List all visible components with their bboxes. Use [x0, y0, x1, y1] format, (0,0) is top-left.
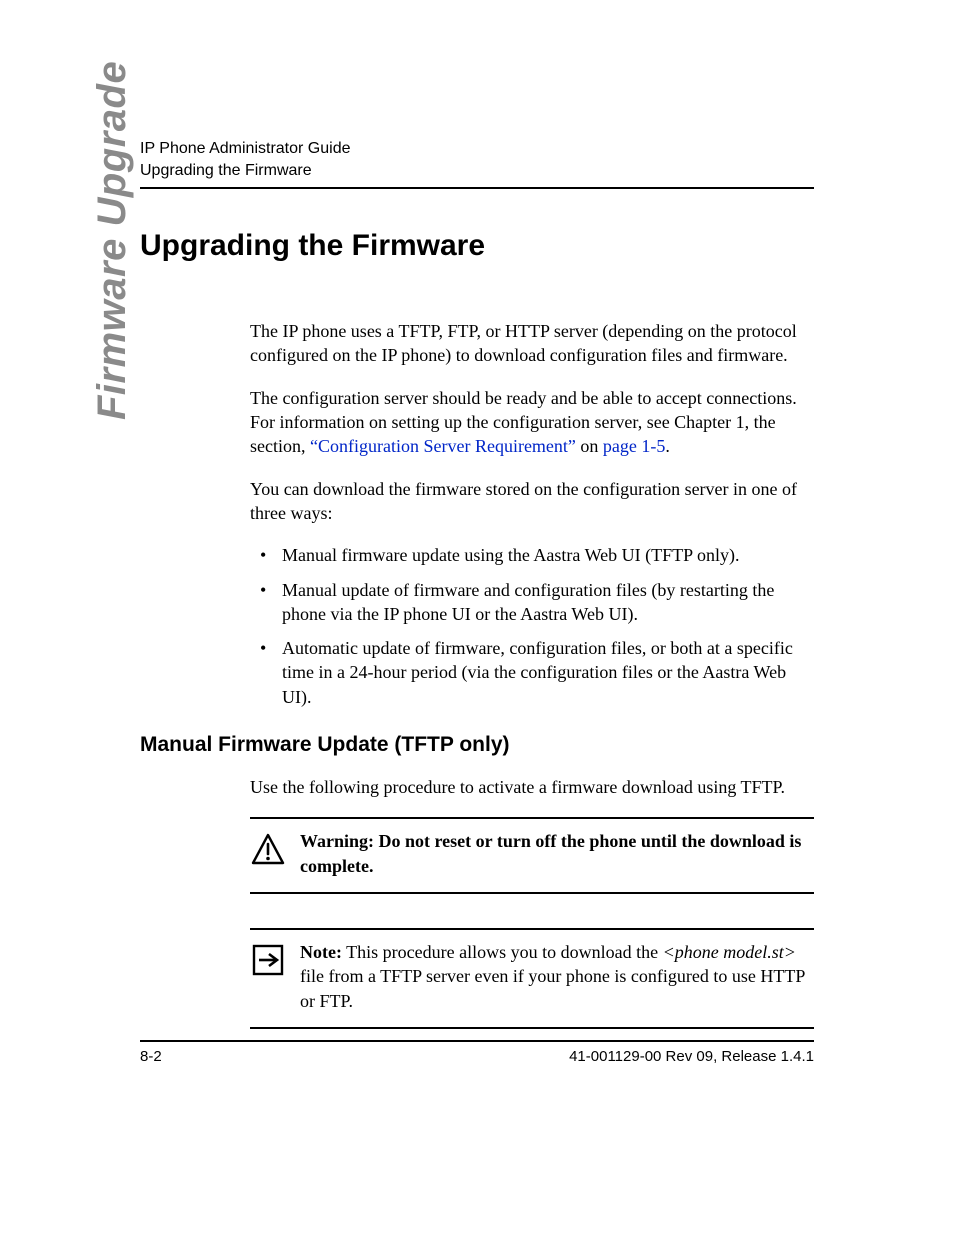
page-footer: 8-2 41-001129-00 Rev 09, Release 1.4.1 [140, 1040, 814, 1065]
paragraph-2-post: . [665, 436, 670, 456]
doc-revision: 41-001129-00 Rev 09, Release 1.4.1 [569, 1048, 814, 1065]
link-page-1-5[interactable]: page 1-5 [603, 436, 665, 456]
header-line-1: IP Phone Administrator Guide [140, 138, 814, 160]
header-line-2: Upgrading the Firmware [140, 160, 814, 182]
subsection-title: Manual Firmware Update (TFTP only) [140, 733, 814, 757]
link-config-server-requirement[interactable]: “Configuration Server Requirement” [310, 436, 576, 456]
list-item: Manual firmware update using the Aastra … [250, 543, 814, 567]
header-rule [140, 187, 814, 189]
warning-text: Warning: Do not reset or turn off the ph… [300, 829, 814, 878]
list-item: Automatic update of firmware, configurat… [250, 636, 814, 709]
warning-label: Warning: [300, 831, 374, 851]
note-pre: This procedure allows you to download th… [342, 942, 663, 962]
body-column-2: Use the following procedure to activate … [250, 775, 814, 1029]
note-label: Note: [300, 942, 342, 962]
paragraph-3: You can download the firmware stored on … [250, 477, 814, 526]
paragraph-1: The IP phone uses a TFTP, FTP, or HTTP s… [250, 319, 814, 368]
warning-body: Do not reset or turn off the phone until… [300, 831, 801, 875]
running-header: IP Phone Administrator Guide Upgrading t… [140, 138, 814, 189]
list-item: Manual update of firmware and configurat… [250, 578, 814, 627]
paragraph-2: The configuration server should be ready… [250, 386, 814, 459]
page: IP Phone Administrator Guide Upgrading t… [0, 0, 954, 1235]
paragraph-2-mid: on [576, 436, 603, 456]
paragraph-4: Use the following procedure to activate … [250, 775, 814, 799]
section-title: Upgrading the Firmware [140, 229, 814, 263]
note-post: file from a TFTP server even if your pho… [300, 966, 805, 1010]
note-callout: Note: This procedure allows you to downl… [250, 928, 814, 1029]
side-tab-label: Firmware Upgrade [90, 61, 135, 420]
warning-icon [250, 831, 286, 867]
page-number: 8-2 [140, 1048, 162, 1065]
body-column: The IP phone uses a TFTP, FTP, or HTTP s… [250, 319, 814, 709]
note-italic: <phone model.st> [663, 942, 796, 962]
warning-callout: Warning: Do not reset or turn off the ph… [250, 817, 814, 894]
footer-rule [140, 1040, 814, 1042]
note-text: Note: This procedure allows you to downl… [300, 940, 814, 1013]
download-methods-list: Manual firmware update using the Aastra … [250, 543, 814, 709]
note-icon [250, 942, 286, 978]
